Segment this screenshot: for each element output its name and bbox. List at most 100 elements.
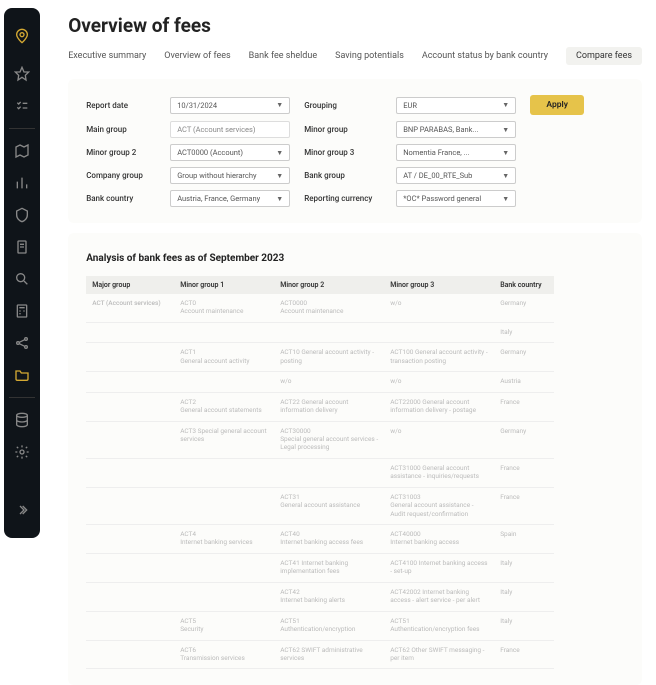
table-cell bbox=[86, 393, 174, 422]
bank-group-select[interactable]: AT / DE_00_RTE_Sub▼ bbox=[396, 167, 516, 184]
table-cell: ACT6 Transmission services bbox=[174, 641, 274, 670]
database-icon[interactable] bbox=[8, 406, 36, 434]
table-cell bbox=[86, 372, 174, 392]
table-cell bbox=[86, 459, 174, 488]
table-cell: Spain bbox=[494, 525, 554, 554]
table-cell: Germany bbox=[494, 422, 554, 459]
bank-group-label: Bank group bbox=[304, 171, 382, 180]
table-cell bbox=[274, 459, 384, 488]
chevron-down-icon: ▼ bbox=[276, 101, 283, 109]
reporting-currency-select[interactable]: *OC* Password general▼ bbox=[396, 190, 516, 207]
table-cell bbox=[274, 323, 384, 343]
expand-icon[interactable] bbox=[8, 496, 36, 524]
page-title: Overview of fees bbox=[68, 14, 642, 37]
minor-group-2-select[interactable]: ACT0000 (Account)▼ bbox=[170, 144, 290, 161]
bank-country-label: Bank country bbox=[86, 194, 156, 203]
shield-icon[interactable] bbox=[8, 201, 36, 229]
tab-compare-fees[interactable]: Compare fees bbox=[566, 47, 642, 65]
table-cell bbox=[86, 612, 174, 641]
reporting-currency-label: Reporting currency bbox=[304, 194, 382, 203]
checklist-icon[interactable] bbox=[8, 92, 36, 120]
table-cell bbox=[174, 554, 274, 583]
table-header: Major group Minor group 1 Minor group 2 … bbox=[86, 276, 624, 294]
table-cell: w/o bbox=[384, 422, 494, 459]
star-icon[interactable] bbox=[8, 60, 36, 88]
minor-group-3-select[interactable]: Nomentia France, ...▼ bbox=[396, 144, 516, 161]
table-cell bbox=[86, 525, 174, 554]
map-icon[interactable] bbox=[8, 137, 36, 165]
analysis-title: Analysis of bank fees as of September 20… bbox=[86, 253, 624, 264]
folder-icon[interactable] bbox=[8, 361, 36, 389]
main-group-label: Main group bbox=[86, 125, 156, 134]
tab-bank-fee-schedule[interactable]: Bank fee sheldue bbox=[249, 51, 317, 61]
bank-country-select[interactable]: Austria, France, Germany▼ bbox=[170, 190, 290, 207]
table-cell: ACT4100 Internet banking access - set-up bbox=[384, 554, 494, 583]
tab-saving-potentials[interactable]: Saving potentials bbox=[335, 51, 404, 61]
table-cell: ACT42002 Internet banking access - alert… bbox=[384, 583, 494, 612]
minor-group-select[interactable]: BNP PARABAS, Bank...▼ bbox=[396, 121, 516, 138]
table-cell: France bbox=[494, 393, 554, 422]
table-cell: ACT62 SWIFT administrative services bbox=[274, 641, 384, 670]
tab-overview-fees[interactable]: Overview of fees bbox=[164, 51, 230, 61]
company-group-select[interactable]: Group without hierarchy▼ bbox=[170, 167, 290, 184]
sidebar bbox=[4, 8, 40, 538]
calculator-icon[interactable] bbox=[8, 297, 36, 325]
table-cell: ACT (Account services) bbox=[86, 294, 174, 323]
chevron-down-icon: ▼ bbox=[276, 172, 283, 180]
table-cell bbox=[384, 323, 494, 343]
chevron-down-icon: ▼ bbox=[276, 195, 283, 203]
th-major-group: Major group bbox=[86, 276, 174, 294]
table-cell: Italy bbox=[494, 323, 554, 343]
table-cell: ACT31 General account assistance bbox=[274, 488, 384, 525]
tab-bar: Executive summary Overview of fees Bank … bbox=[68, 47, 642, 65]
table-cell: ACT100 General account activity - transa… bbox=[384, 343, 494, 372]
minor-group-3-label: Minor group 3 bbox=[304, 148, 382, 157]
grouping-label: Grouping bbox=[304, 101, 382, 110]
chevron-down-icon: ▼ bbox=[502, 126, 509, 134]
table-cell bbox=[86, 343, 174, 372]
table-cell: ACT40 Internet banking access fees bbox=[274, 525, 384, 554]
th-minor-3: Minor group 3 bbox=[384, 276, 494, 294]
table-cell: w/o bbox=[384, 294, 494, 323]
main-group-select[interactable]: ACT (Account services) bbox=[170, 121, 290, 138]
document-icon[interactable] bbox=[8, 233, 36, 261]
grouping-select[interactable]: EUR▼ bbox=[396, 97, 516, 114]
table-cell: ACT22 General account information delive… bbox=[274, 393, 384, 422]
report-date-label: Report date bbox=[86, 101, 156, 110]
table-cell: ACT41 Internet banking implementation fe… bbox=[274, 554, 384, 583]
chevron-down-icon: ▼ bbox=[502, 101, 509, 109]
report-date-select[interactable]: 10/31/2024▼ bbox=[170, 97, 290, 114]
table-cell: France bbox=[494, 641, 554, 670]
table-cell: ACT51 Authentication/encryption fees bbox=[384, 612, 494, 641]
table-cell: ACT10 General account activity - posting bbox=[274, 343, 384, 372]
table-cell: France bbox=[494, 488, 554, 525]
apply-button[interactable]: Apply bbox=[530, 95, 584, 115]
table-cell: ACT0 Account maintenance bbox=[174, 294, 274, 323]
table-cell: ACT31003 General account assistance - Au… bbox=[384, 488, 494, 525]
minor-group-2-label: Minor group 2 bbox=[86, 148, 156, 157]
table-cell: w/o bbox=[274, 372, 384, 392]
tab-executive-summary[interactable]: Executive summary bbox=[68, 51, 146, 61]
chevron-down-icon: ▼ bbox=[502, 149, 509, 157]
table-cell bbox=[86, 554, 174, 583]
table-cell bbox=[86, 422, 174, 459]
share-icon[interactable] bbox=[8, 329, 36, 357]
table-cell: ACT1 General account activity bbox=[174, 343, 274, 372]
separator bbox=[9, 128, 35, 129]
table-cell bbox=[86, 323, 174, 343]
table-cell: Italy bbox=[494, 554, 554, 583]
table-cell: ACT3 Special general account services bbox=[174, 422, 274, 459]
chart-icon[interactable] bbox=[8, 169, 36, 197]
separator bbox=[9, 397, 35, 398]
tab-account-status[interactable]: Account status by bank country bbox=[422, 51, 548, 61]
table-cell: w/o bbox=[384, 372, 494, 392]
filter-panel: Report date 10/31/2024▼ Grouping EUR▼ Ap… bbox=[68, 79, 642, 223]
table-cell bbox=[174, 323, 274, 343]
table-cell: Austria bbox=[494, 372, 554, 392]
gear-icon[interactable] bbox=[8, 438, 36, 466]
fees-table: Major group Minor group 1 Minor group 2 … bbox=[86, 276, 624, 669]
logo-icon[interactable] bbox=[8, 22, 36, 50]
table-cell: ACT42 Internet banking alerts bbox=[274, 583, 384, 612]
table-cell: ACT51 Authentication/encryption bbox=[274, 612, 384, 641]
search-icon[interactable] bbox=[8, 265, 36, 293]
